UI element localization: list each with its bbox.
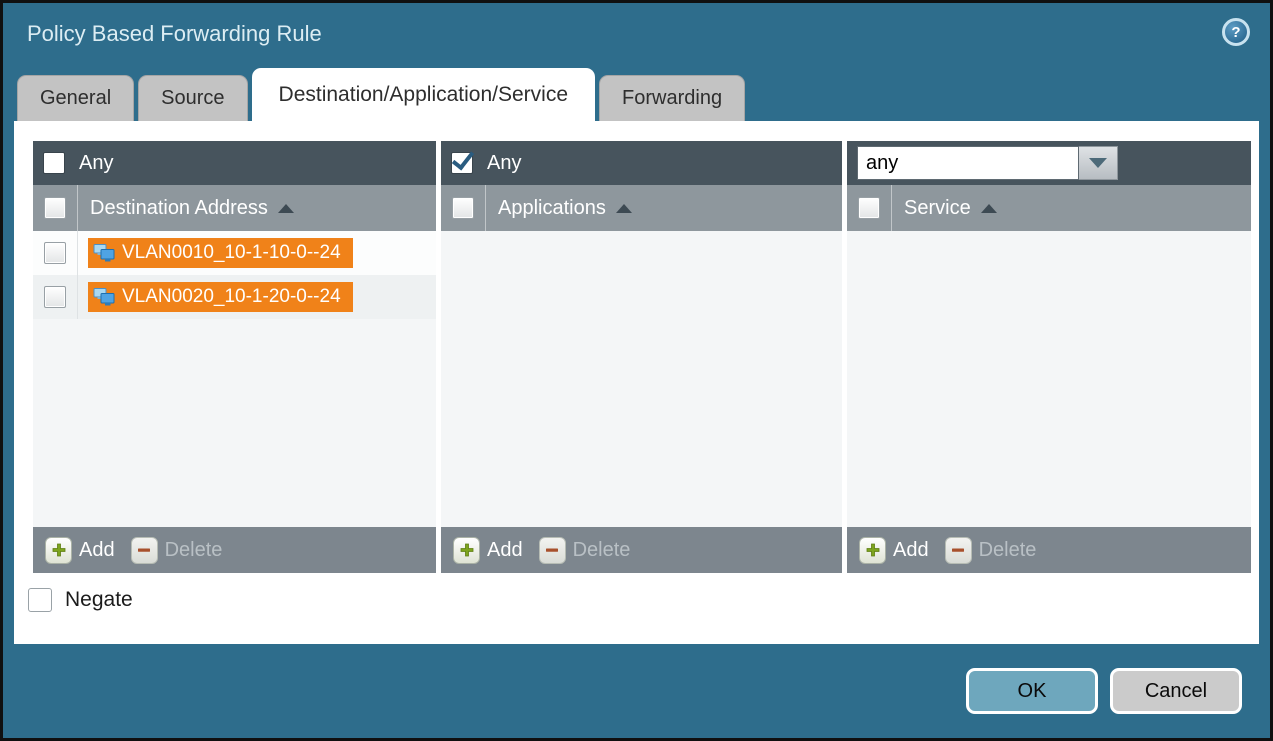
- applications-column-header[interactable]: Applications: [441, 185, 842, 231]
- network-address-icon: [93, 286, 115, 308]
- address-object-chip[interactable]: VLAN0020_10-1-20-0--24: [88, 282, 353, 312]
- delete-button[interactable]: Delete: [131, 537, 239, 564]
- tab-source[interactable]: Source: [138, 75, 247, 121]
- row-checkbox[interactable]: [44, 286, 66, 308]
- negate-checkbox[interactable]: [28, 588, 52, 612]
- dialog-titlebar: Policy Based Forwarding Rule: [3, 3, 1270, 65]
- applications-any-bar: Any: [441, 141, 842, 185]
- negate-row: Negate: [28, 588, 1259, 612]
- delete-minus-icon: [131, 537, 158, 564]
- address-object-label: VLAN0010_10-1-10-0--24: [122, 242, 341, 264]
- table-row[interactable]: VLAN0010_10-1-10-0--24: [33, 231, 436, 275]
- service-dropdown-bar: [847, 141, 1251, 185]
- ok-button[interactable]: OK: [966, 668, 1098, 714]
- add-button[interactable]: Add: [453, 537, 539, 564]
- add-plus-icon: [45, 537, 72, 564]
- delete-label: Delete: [979, 539, 1037, 562]
- delete-label: Delete: [573, 539, 631, 562]
- destination-any-bar: Any: [33, 141, 436, 185]
- applications-list: [441, 231, 842, 527]
- dropdown-button[interactable]: [1079, 146, 1118, 180]
- tab-destination-application-service[interactable]: Destination/Application/Service: [252, 68, 596, 121]
- tab-content: Any Destination Address: [14, 121, 1259, 644]
- add-label: Add: [893, 539, 929, 562]
- service-header-label: Service: [904, 197, 971, 220]
- delete-label: Delete: [165, 539, 223, 562]
- destination-header-label: Destination Address: [90, 197, 268, 220]
- dialog-title: Policy Based Forwarding Rule: [27, 21, 322, 47]
- destination-address-panel: Any Destination Address: [33, 141, 436, 573]
- row-checkbox[interactable]: [44, 242, 66, 264]
- help-icon[interactable]: ?: [1222, 18, 1250, 46]
- policy-based-forwarding-dialog: Policy Based Forwarding Rule ? General S…: [0, 0, 1273, 741]
- applications-panel: Any Applications Add: [441, 141, 842, 573]
- sort-ascending-icon: [278, 204, 294, 213]
- cancel-button[interactable]: Cancel: [1110, 668, 1242, 714]
- applications-select-all-checkbox[interactable]: [452, 197, 474, 219]
- add-plus-icon: [859, 537, 886, 564]
- address-object-chip[interactable]: VLAN0010_10-1-10-0--24: [88, 238, 353, 268]
- negate-label: Negate: [65, 588, 133, 612]
- tab-forwarding[interactable]: Forwarding: [599, 75, 745, 121]
- service-list: [847, 231, 1251, 527]
- destination-column-header[interactable]: Destination Address: [33, 185, 436, 231]
- destination-footer: Add Delete: [33, 527, 436, 573]
- address-object-label: VLAN0020_10-1-20-0--24: [122, 286, 341, 308]
- sort-ascending-icon: [981, 204, 997, 213]
- applications-any-label: Any: [487, 152, 521, 175]
- destination-any-checkbox[interactable]: [43, 152, 65, 174]
- add-button[interactable]: Add: [45, 537, 131, 564]
- table-row[interactable]: VLAN0020_10-1-20-0--24: [33, 275, 436, 319]
- delete-button[interactable]: Delete: [539, 537, 647, 564]
- service-dropdown: [857, 146, 1118, 180]
- tab-strip: General Source Destination/Application/S…: [3, 65, 1270, 121]
- tab-general[interactable]: General: [17, 75, 134, 121]
- service-select-all-checkbox[interactable]: [858, 197, 880, 219]
- panel-group: Any Destination Address: [14, 121, 1259, 573]
- network-address-icon: [93, 242, 115, 264]
- delete-minus-icon: [539, 537, 566, 564]
- add-button[interactable]: Add: [859, 537, 945, 564]
- destination-list: VLAN0010_10-1-10-0--24: [33, 231, 436, 527]
- service-panel: Service Add Delete: [847, 141, 1251, 573]
- add-plus-icon: [453, 537, 480, 564]
- destination-select-all-checkbox[interactable]: [44, 197, 66, 219]
- service-footer: Add Delete: [847, 527, 1251, 573]
- service-dropdown-input[interactable]: [857, 146, 1079, 180]
- chevron-down-icon: [1089, 158, 1107, 168]
- applications-any-checkbox[interactable]: [451, 152, 473, 174]
- add-label: Add: [487, 539, 523, 562]
- delete-button[interactable]: Delete: [945, 537, 1053, 564]
- sort-ascending-icon: [616, 204, 632, 213]
- destination-any-label: Any: [79, 152, 113, 175]
- add-label: Add: [79, 539, 115, 562]
- dialog-actions: OK Cancel: [966, 668, 1242, 714]
- delete-minus-icon: [945, 537, 972, 564]
- applications-header-label: Applications: [498, 197, 606, 220]
- service-column-header[interactable]: Service: [847, 185, 1251, 231]
- applications-footer: Add Delete: [441, 527, 842, 573]
